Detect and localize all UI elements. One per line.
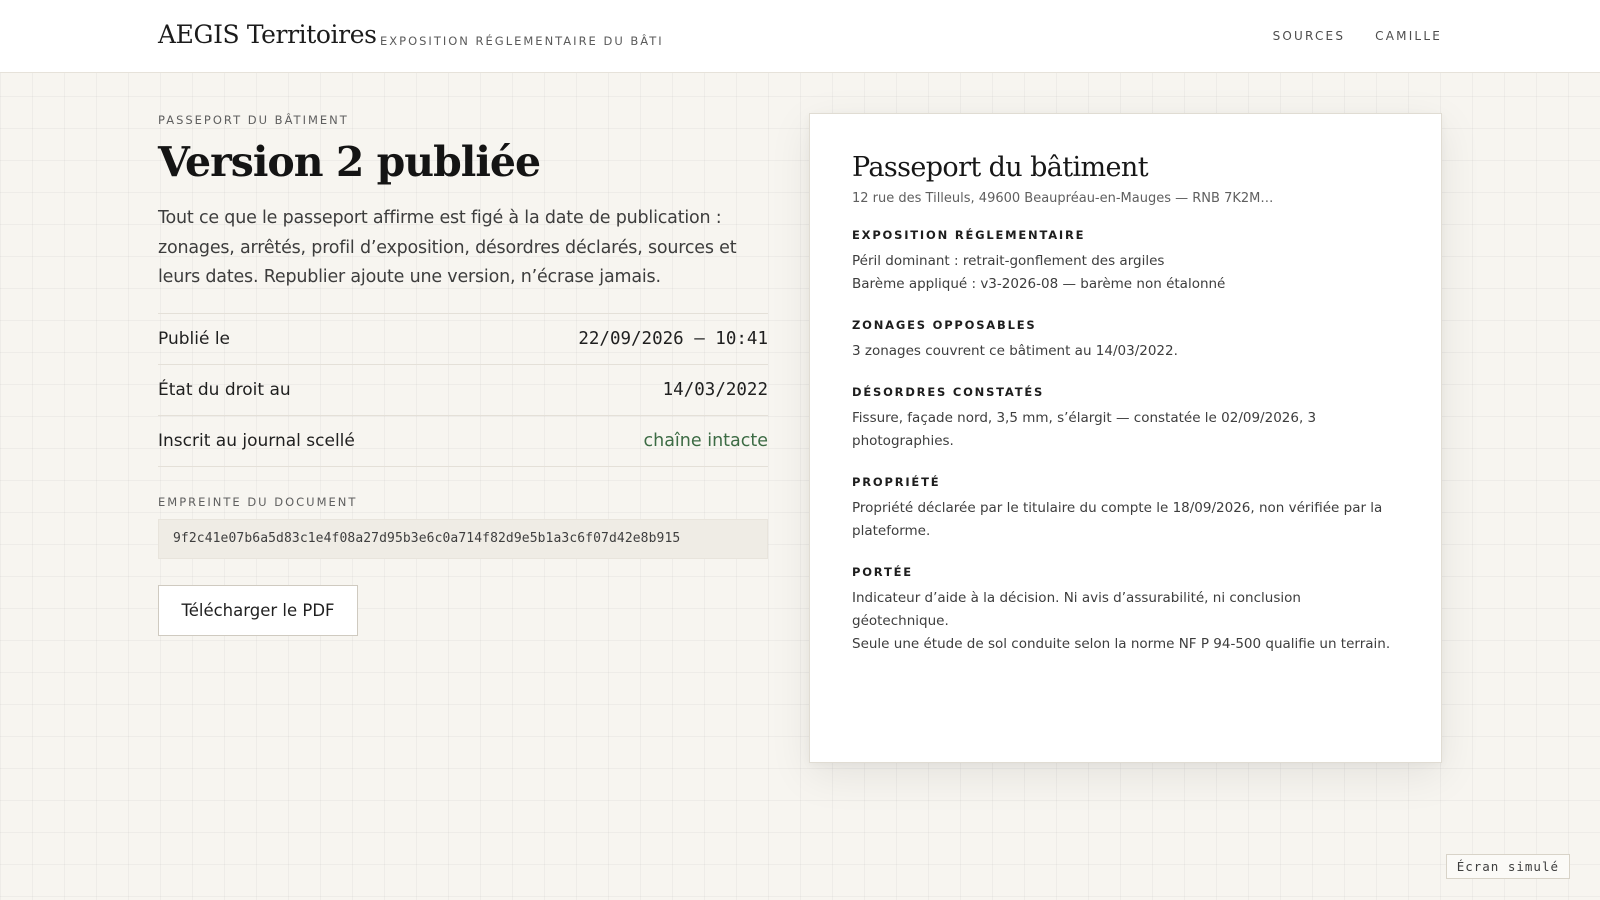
publication-meta: Publié le 22/09/2026 — 10:41 État du dro… [158,312,768,467]
nav-sources-link[interactable]: SOURCES [1273,29,1346,43]
brand-logo[interactable]: AEGIS Territoires [158,20,377,49]
ledger-status: chaîne intacte [643,430,768,451]
meta-row-published: Publié le 22/09/2026 — 10:41 [158,314,768,365]
document-hash[interactable]: 9f2c41e07b6a5d83c1e4f08a27d95b3e6c0a714f… [158,518,768,559]
meta-label: Inscrit au journal scellé [158,430,355,451]
top-nav: SOURCES CAMILLE [1273,29,1442,43]
meta-label: Publié le [158,328,231,349]
meta-value: 14/03/2022 [662,379,768,400]
section-disorders: DÉSORDRES CONSTATÉS Fissure, façade nord… [852,385,1399,453]
section-exposure: EXPOSITION RÉGLEMENTAIRE Péril dominant … [852,228,1399,296]
section-line: Propriété déclarée par le titulaire du c… [852,500,1383,539]
publication-summary: PASSEPORT DU BÂTIMENT Version 2 publiée … [158,113,768,636]
section-heading: EXPOSITION RÉGLEMENTAIRE [852,228,1086,242]
section-scope: PORTÉE Indicateur d’aide à la décision. … [852,565,1399,656]
section-heading: PORTÉE [852,565,913,579]
section-line: Seule une étude de sol conduite selon la… [852,636,1391,652]
brand-tagline: EXPOSITION RÉGLEMENTAIRE DU BÂTI [380,34,664,48]
section-zonings: ZONAGES OPPOSABLES 3 zonages couvrent ce… [852,318,1399,363]
meta-value: 22/09/2026 — 10:41 [578,328,768,349]
intro-text: Tout ce que le passeport affirme est fig… [158,208,737,288]
section-eyebrow: PASSEPORT DU BÂTIMENT [158,113,349,127]
hash-label: EMPREINTE DU DOCUMENT [158,494,358,509]
download-pdf-button[interactable]: Télécharger le PDF [158,584,358,636]
page-title: Version 2 publiée [158,138,541,186]
section-line: Fissure, façade nord, 3,5 mm, s’élargit … [852,410,1317,449]
document-address: 12 rue des Tilleuls, 49600 Beaupréau-en-… [852,191,1274,206]
meta-row-law-state: État du droit au 14/03/2022 [158,365,768,416]
section-heading: DÉSORDRES CONSTATÉS [852,385,1045,399]
section-line: Indicateur d’aide à la décision. Ni avis… [852,590,1301,629]
passport-document-preview: Passeport du bâtiment 12 rue des Tilleul… [809,113,1442,763]
section-line: 3 zonages couvrent ce bâtiment au 14/03/… [852,343,1178,359]
nav-user-link[interactable]: CAMILLE [1375,29,1442,43]
section-line: Péril dominant : retrait-gonflement des … [852,253,1165,269]
meta-label: État du droit au [158,379,291,400]
simulated-screen-badge: Écran simulé [1445,854,1570,879]
section-ownership: PROPRIÉTÉ Propriété déclarée par le titu… [852,475,1399,543]
top-bar: AEGIS Territoires EXPOSITION RÉGLEMENTAI… [0,0,1600,73]
section-heading: PROPRIÉTÉ [852,475,941,489]
document-title: Passeport du bâtiment [852,152,1149,183]
section-line: Barème appliqué : v3-2026-08 — barème no… [852,276,1226,292]
meta-row-ledger: Inscrit au journal scellé chaîne intacte [158,416,768,467]
section-heading: ZONAGES OPPOSABLES [852,318,1037,332]
